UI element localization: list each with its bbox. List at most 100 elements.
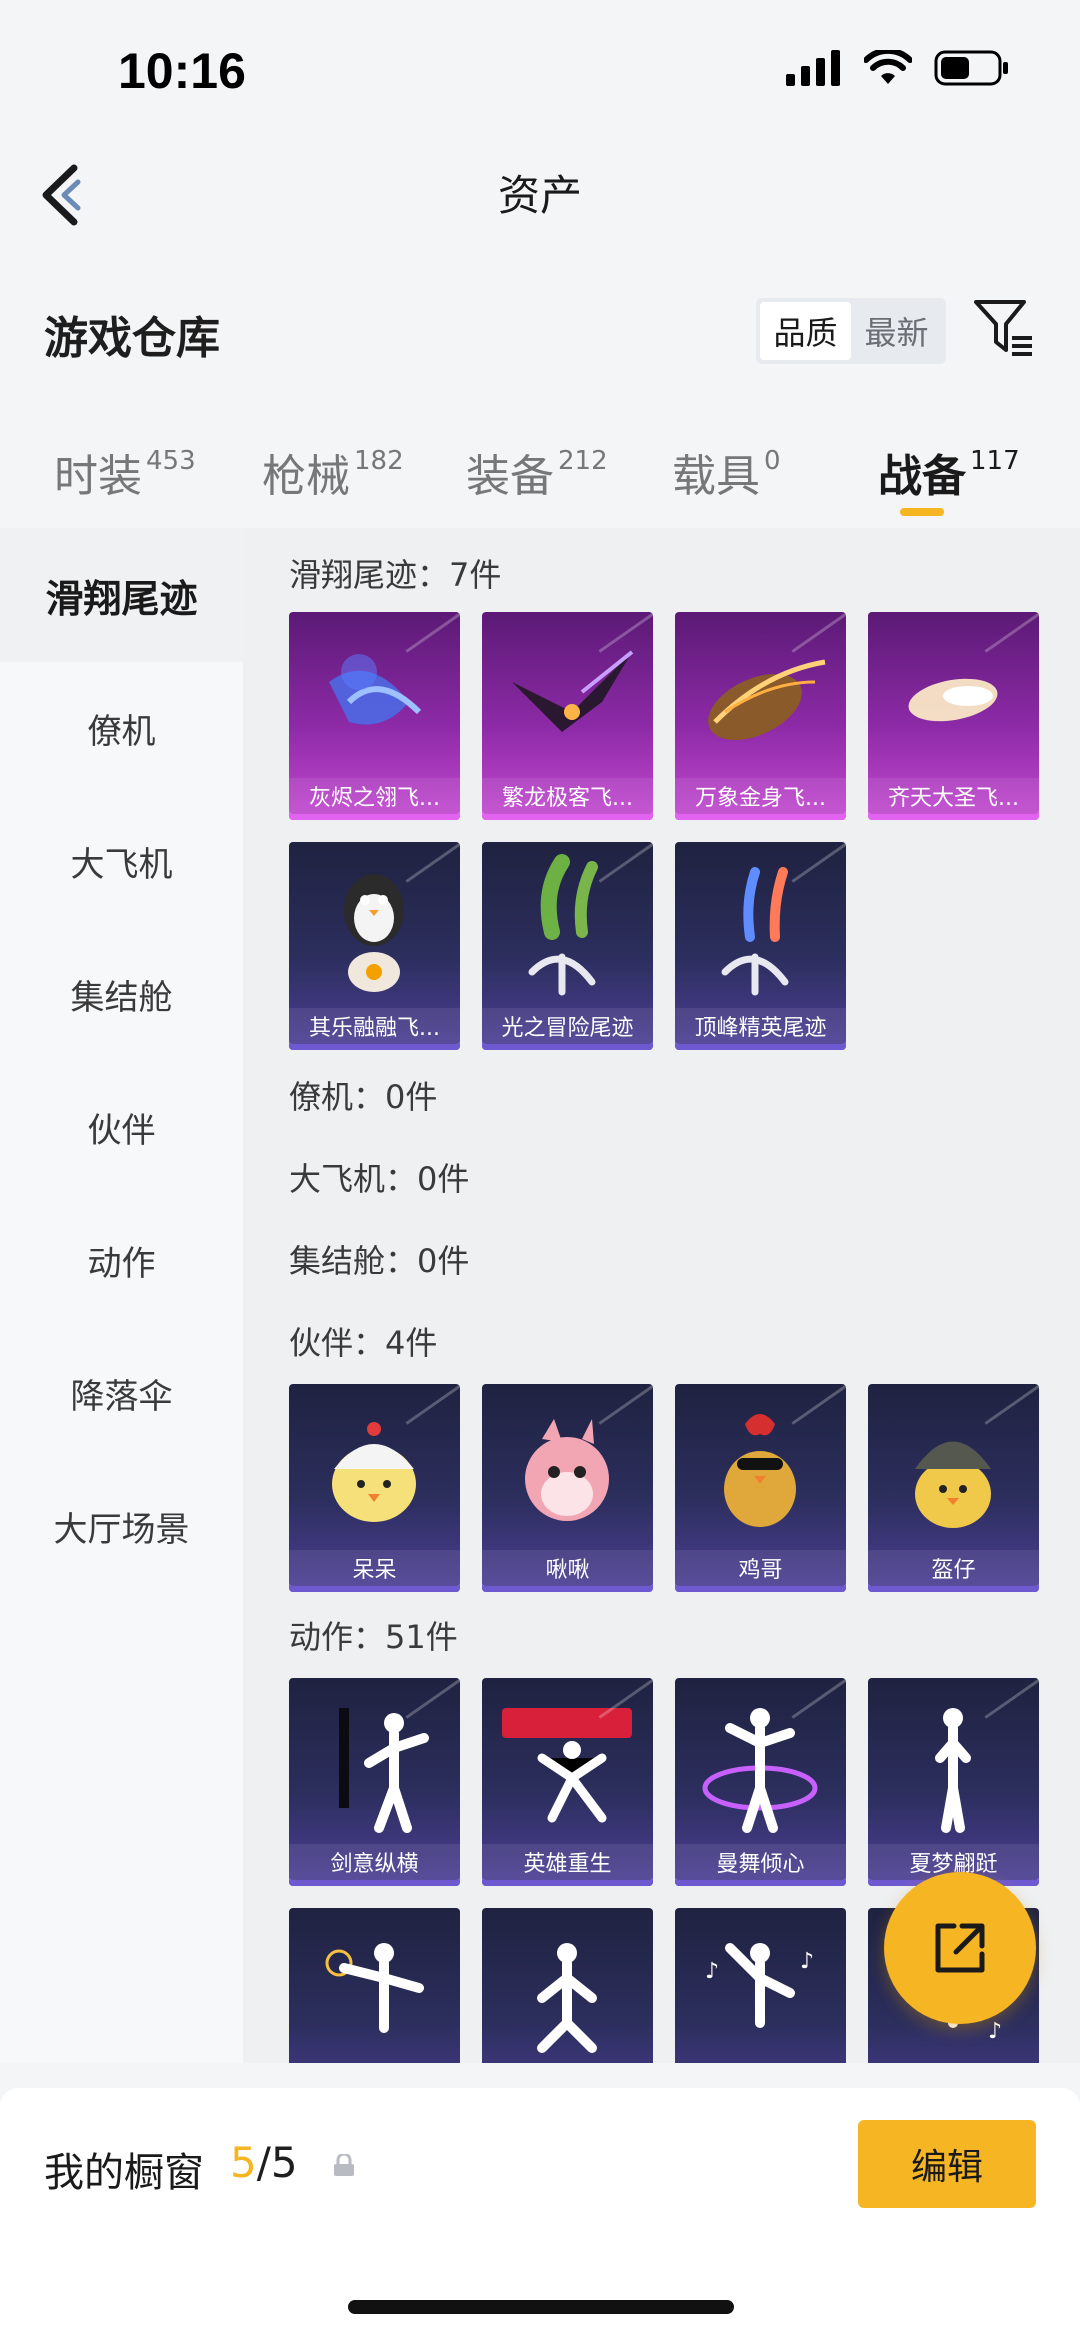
item-card[interactable]: 万象金身飞...: [675, 612, 846, 820]
dance-emote-art: [702, 1708, 818, 1833]
item-name: 啾啾: [482, 1550, 653, 1586]
sidebar-item-wingman[interactable]: 僚机: [0, 661, 243, 795]
showcase-total: /5: [256, 2138, 298, 2187]
signal-icon: [786, 50, 840, 86]
section-label-pod: 集结舱：0件: [289, 1242, 470, 1280]
sidebar-item-parachute[interactable]: 降落伞: [0, 1326, 243, 1460]
hero-emote-art: [502, 1708, 632, 1823]
golden-trail-art: [708, 659, 826, 741]
filter-icon: [974, 300, 1032, 356]
item-card[interactable]: 呆呆: [289, 1384, 460, 1592]
edit-button[interactable]: 编辑: [858, 2120, 1036, 2208]
item-card[interactable]: ♪ ♪: [675, 1908, 846, 2063]
item-name: 其乐融融飞...: [289, 1008, 460, 1044]
sidebar-item-pod[interactable]: 集结舱: [0, 927, 243, 1061]
item-card[interactable]: 曼舞倾心: [675, 1678, 846, 1886]
sort-latest-option[interactable]: 最新: [851, 302, 942, 360]
svg-text:♪: ♪: [800, 1949, 814, 1974]
item-name: 盔仔: [868, 1550, 1039, 1586]
svg-text:♪: ♪: [988, 2019, 1002, 2044]
item-name: 灰烬之翎飞...: [289, 778, 460, 814]
tab-vehicles[interactable]: 载具 0: [672, 440, 781, 504]
item-content: 滑翔尾迹：7件 灰烬之翎飞... 繁龙极客飞... 万象金身飞... 齐天大圣飞…: [243, 528, 1080, 2063]
item-card[interactable]: 夏梦翩跹: [868, 1678, 1039, 1886]
sort-quality-option[interactable]: 品质: [760, 302, 851, 360]
tab-label: 载具: [672, 451, 760, 502]
item-name: 英雄重生: [482, 1844, 653, 1880]
tab-readiness[interactable]: 战备 117: [878, 440, 1020, 504]
share-button[interactable]: [884, 1872, 1036, 2024]
item-card[interactable]: 啾啾: [482, 1384, 653, 1592]
summer-emote-art: [935, 1708, 971, 1833]
item-name: 齐天大圣飞...: [868, 778, 1039, 814]
item-name: 鸡哥: [675, 1550, 846, 1586]
page-title: 资产: [497, 171, 582, 220]
sidebar: 滑翔尾迹 僚机 大飞机 集结舱 伙伴 动作 降落伞 大厅场景: [0, 528, 243, 2063]
item-card[interactable]: 鸡哥: [675, 1384, 846, 1592]
sidebar-item-plane[interactable]: 大飞机: [0, 794, 243, 928]
item-card[interactable]: 齐天大圣飞...: [868, 612, 1039, 820]
penguin-trail-art: [344, 874, 404, 992]
filter-button[interactable]: [972, 296, 1036, 360]
flame-trail-art: [721, 867, 789, 996]
home-indicator: [348, 2300, 734, 2314]
jump-emote-art: [537, 1943, 597, 2053]
glove-trail-art: [329, 654, 422, 725]
sidebar-item-lobby-scene[interactable]: 大厅场景: [0, 1459, 243, 1593]
item-card[interactable]: 顶峰精英尾迹: [675, 842, 846, 1050]
tab-count: 453: [146, 446, 196, 476]
item-name: 曼舞倾心: [675, 1844, 846, 1880]
tab-label: 装备: [466, 451, 554, 502]
pink-bird-partner-art: [525, 1419, 609, 1521]
nav-bar: 资产: [0, 140, 1080, 240]
share-icon: [935, 1923, 985, 1973]
warehouse-header: 游戏仓库 品质 最新: [0, 280, 1080, 380]
item-card[interactable]: 灰烬之翎飞...: [289, 612, 460, 820]
tab-label: 枪械: [262, 451, 350, 502]
sidebar-item-partner[interactable]: 伙伴: [0, 1060, 243, 1194]
item-card[interactable]: 繁龙极客飞...: [482, 612, 653, 820]
section-label-plane: 大飞机：0件: [289, 1160, 470, 1198]
item-card[interactable]: 光之冒险尾迹: [482, 842, 653, 1050]
lock-icon: [334, 2154, 354, 2176]
tab-guns[interactable]: 枪械 182: [262, 440, 404, 504]
cloud-trail-art: [908, 678, 998, 722]
sidebar-item-glide-trail[interactable]: 滑翔尾迹: [0, 528, 243, 662]
music-emote-art: ♪ ♪: [705, 1943, 814, 2028]
item-card[interactable]: 英雄重生: [482, 1678, 653, 1886]
showcase-label: 我的橱窗: [44, 2150, 204, 2196]
section-label-emote: 动作：51件: [289, 1618, 458, 1656]
item-name: 顶峰精英尾迹: [675, 1008, 846, 1044]
item-card[interactable]: [482, 1908, 653, 2063]
item-card[interactable]: 其乐融融飞...: [289, 842, 460, 1050]
item-card[interactable]: 剑意纵横: [289, 1678, 460, 1886]
tab-equipment[interactable]: 装备 212: [466, 440, 608, 504]
sort-toggle: 品质 最新: [756, 298, 946, 364]
tab-label: 战备: [878, 451, 966, 502]
showcase-current: 5: [230, 2138, 257, 2187]
item-name: 繁龙极客飞...: [482, 778, 653, 814]
sword-emote-art: [339, 1708, 429, 1833]
status-bar: 10:16: [0, 0, 1080, 140]
dragon-trail-art: [512, 650, 634, 732]
item-name: 剑意纵横: [289, 1844, 460, 1880]
rooster-partner-art: [724, 1414, 796, 1527]
item-name: 呆呆: [289, 1550, 460, 1586]
tab-fashion[interactable]: 时装 453: [54, 440, 196, 504]
green-smoke-trail-art: [528, 854, 598, 996]
battery-icon: [934, 50, 1008, 86]
tab-count: 182: [354, 446, 404, 476]
showcase-count: 5/5: [230, 2138, 298, 2187]
status-time: 10:16: [118, 43, 246, 99]
sidebar-item-emote[interactable]: 动作: [0, 1193, 243, 1327]
aim-emote-art: [325, 1943, 424, 2033]
item-card[interactable]: [289, 1908, 460, 2063]
item-name: 光之冒险尾迹: [482, 1008, 653, 1044]
active-tab-indicator: [900, 508, 944, 516]
tab-count: 0: [764, 446, 781, 476]
wifi-icon: [864, 50, 912, 84]
svg-text:♪: ♪: [705, 1959, 719, 1984]
status-icons: [786, 50, 1010, 86]
tab-count: 117: [970, 446, 1020, 476]
item-card[interactable]: 盔仔: [868, 1384, 1039, 1592]
